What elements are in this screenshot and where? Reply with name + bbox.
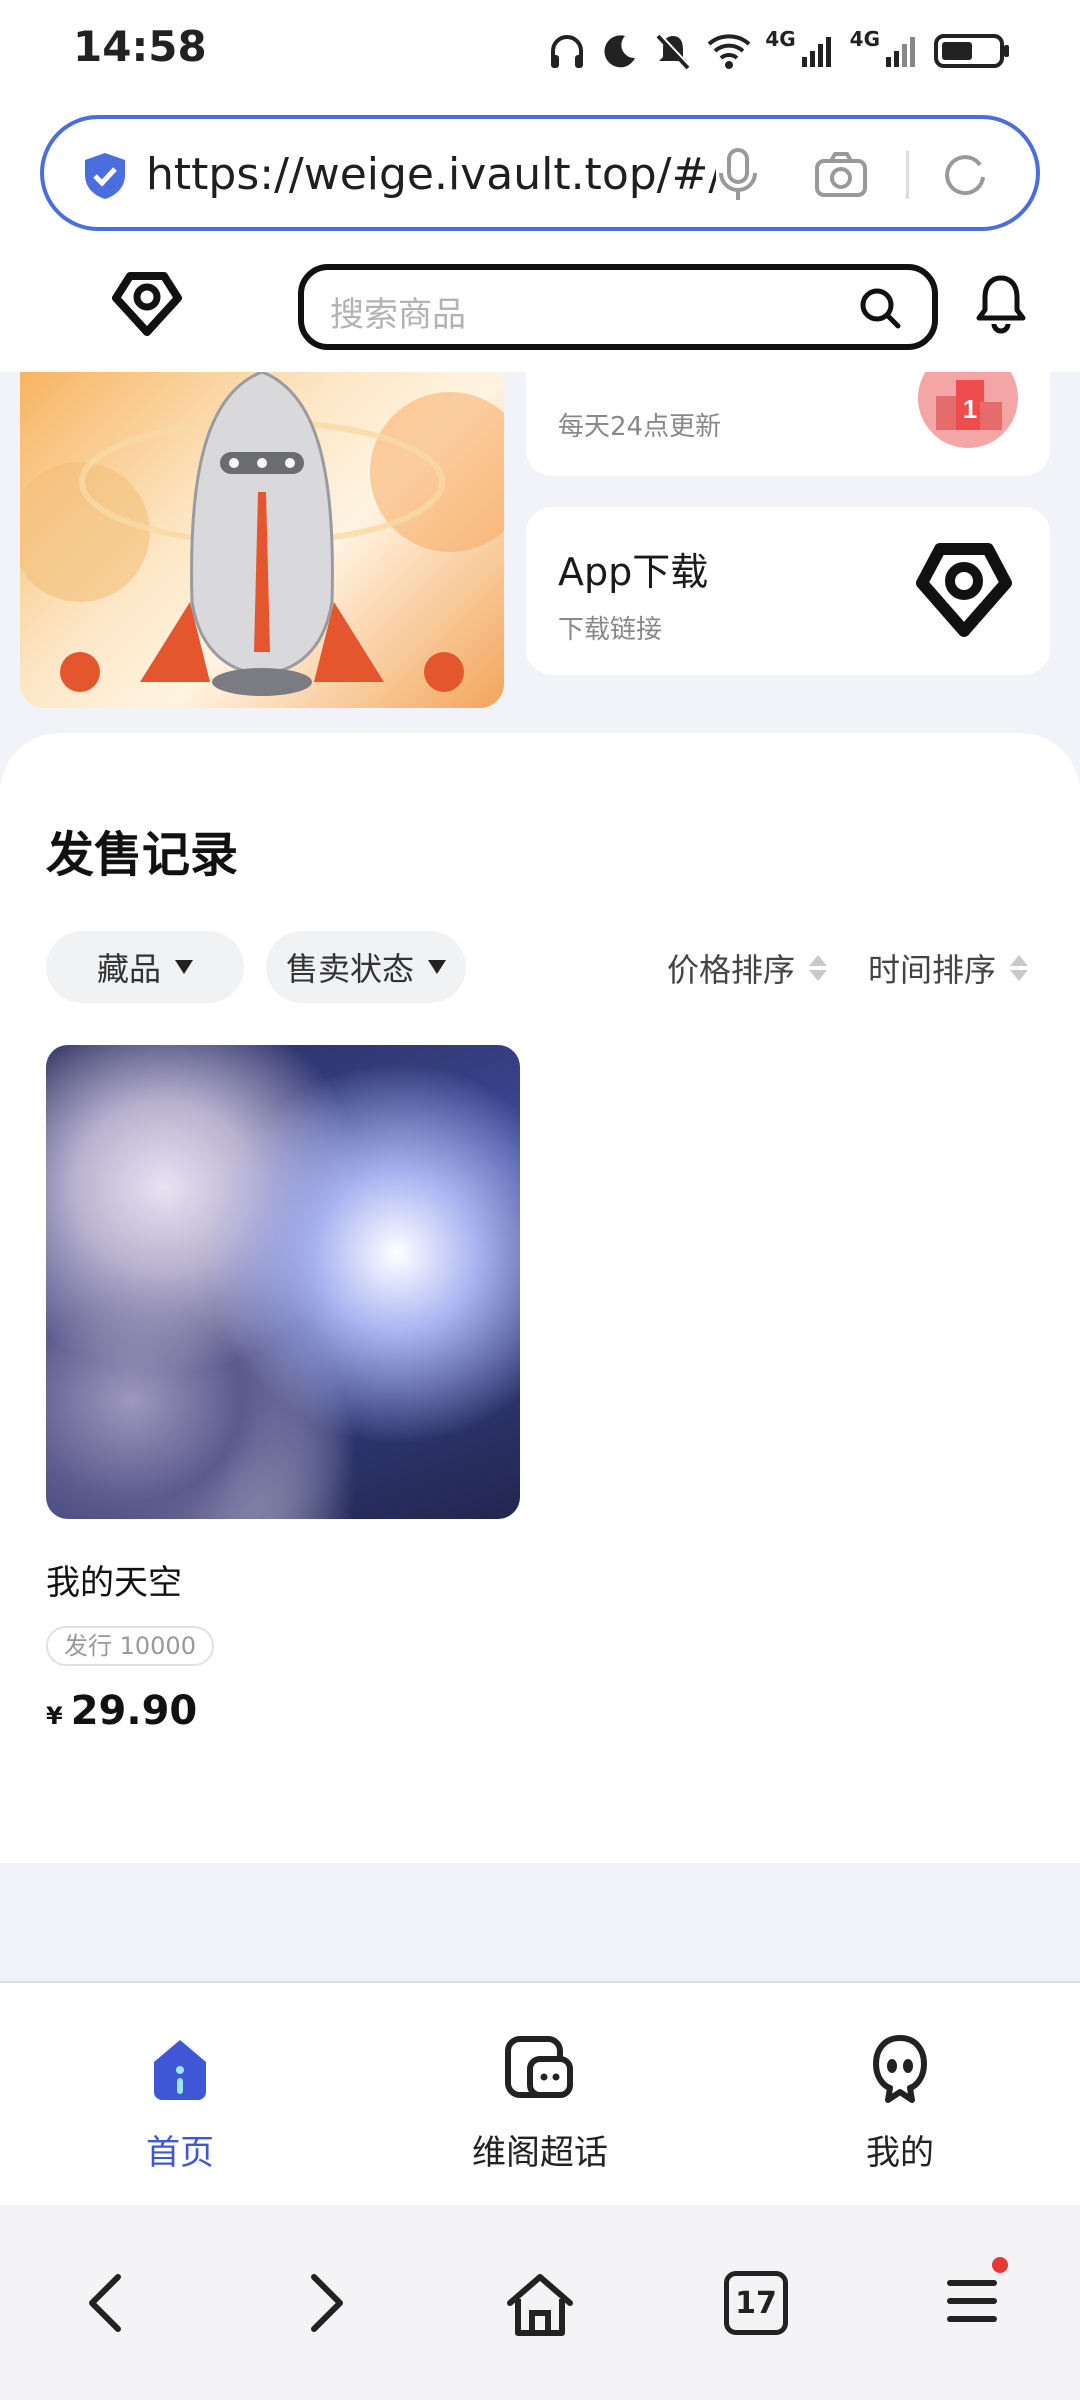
browser-address-bar: https://weige.ivault.top/#/: [0, 100, 1080, 240]
product-edition-tag: 发行 10000: [46, 1626, 214, 1666]
app-bottom-nav: 首页 维阁超话 我的: [0, 1981, 1080, 2205]
nav-item-mine[interactable]: 我的: [790, 2033, 1010, 2174]
chevron-down-icon: [175, 960, 193, 974]
chevron-down-icon: [428, 960, 446, 974]
nav-item-topics[interactable]: 维阁超话: [430, 2033, 650, 2174]
tab-count: 17: [724, 2271, 788, 2335]
bell-muted-icon: [656, 33, 692, 70]
product-name: 我的天空: [46, 1563, 182, 1603]
search-icon[interactable]: [858, 286, 902, 330]
search-placeholder: 搜索商品: [330, 295, 466, 335]
sort-price-label: 价格排序: [667, 951, 796, 989]
camera-icon[interactable]: [814, 151, 868, 199]
product-image[interactable]: [46, 1045, 520, 1519]
tabs-button[interactable]: 17: [724, 2271, 788, 2335]
price-value: 29.90: [70, 1688, 198, 1734]
home-icon: [154, 2040, 206, 2100]
bell-icon[interactable]: [973, 272, 1029, 334]
nav-mine-label: 我的: [866, 2133, 934, 2173]
status-icons: 4G 4G: [547, 26, 1010, 76]
filter-collection-dropdown[interactable]: 藏品: [46, 931, 244, 1003]
app-logo-icon: [916, 543, 1012, 637]
profile-icon: [873, 2035, 927, 2103]
nav-home-label: 首页: [146, 2133, 214, 2173]
sort-arrows-icon: [1010, 955, 1029, 981]
nav-item-home[interactable]: 首页: [70, 2033, 290, 2174]
ranking-badge-number: 1: [963, 394, 977, 424]
sort-by-price[interactable]: 价格排序: [667, 945, 828, 991]
filter-collection-label: 藏品: [96, 950, 161, 988]
sort-by-time[interactable]: 时间排序: [868, 945, 1029, 991]
site-header: 搜索商品: [0, 240, 1080, 372]
microphone-icon[interactable]: [716, 147, 760, 203]
section-title: 发售记录: [46, 827, 239, 883]
ranking-badge-icon: 1: [918, 372, 1018, 448]
signal-icon-1: [801, 37, 831, 67]
browser-toolbar: 17: [0, 2205, 1080, 2400]
headphones-icon: [551, 35, 584, 68]
url-field[interactable]: https://weige.ivault.top/#/: [40, 115, 1040, 231]
search-input[interactable]: 搜索商品: [298, 264, 938, 350]
wifi-icon: [707, 34, 751, 69]
secure-shield-icon[interactable]: [82, 151, 128, 201]
url-text[interactable]: https://weige.ivault.top/#/: [146, 149, 716, 200]
app-card-title: App下载: [558, 550, 709, 594]
nav-topics-label: 维阁超话: [472, 2133, 608, 2173]
status-time: 14:58: [73, 22, 207, 71]
sales-records-section: 发售记录 藏品 售卖状态 价格排序 时间排序 我的天空 发行 10000 ¥ 2…: [0, 733, 1080, 1863]
menu-button[interactable]: [946, 2257, 1008, 2335]
url-divider: [906, 151, 909, 199]
signal-icon-2: [886, 37, 915, 67]
app-card-subtitle: 下载链接: [558, 615, 663, 645]
product-card[interactable]: 我的天空 发行 10000 ¥ 29.90: [46, 1045, 520, 1734]
sort-time-label: 时间排序: [868, 951, 997, 989]
ranking-card[interactable]: 每天24点更新 1: [526, 372, 1050, 476]
battery-icon: [934, 34, 1009, 68]
menu-icon: [947, 2280, 997, 2322]
banner-area: 每天24点更新 1 App下载 下载链接: [0, 372, 1080, 732]
filter-status-dropdown[interactable]: 售卖状态: [266, 931, 466, 1003]
sort-arrows-icon: [809, 955, 828, 981]
network-type-1: 4G: [765, 27, 796, 51]
moon-icon: [604, 35, 636, 68]
rocket-banner[interactable]: [20, 372, 504, 708]
filter-status-label: 售卖状态: [285, 950, 414, 988]
reload-icon[interactable]: [940, 151, 990, 201]
forward-icon[interactable]: [304, 2271, 348, 2335]
price-currency: ¥: [46, 1702, 63, 1730]
network-type-2: 4G: [849, 27, 880, 51]
notification-dot: [992, 2257, 1008, 2273]
chat-bubble-icon: [505, 2036, 573, 2098]
app-download-card[interactable]: App下载 下载链接: [526, 507, 1050, 675]
logo-icon[interactable]: [110, 270, 184, 336]
back-icon[interactable]: [84, 2271, 128, 2335]
rocket-illustration: [20, 372, 504, 696]
browser-home-icon[interactable]: [504, 2271, 576, 2339]
ranking-card-subtitle: 每天24点更新: [558, 412, 722, 442]
product-price: ¥ 29.90: [46, 1688, 520, 1734]
status-bar: 14:58 4G 4G: [0, 0, 1080, 100]
